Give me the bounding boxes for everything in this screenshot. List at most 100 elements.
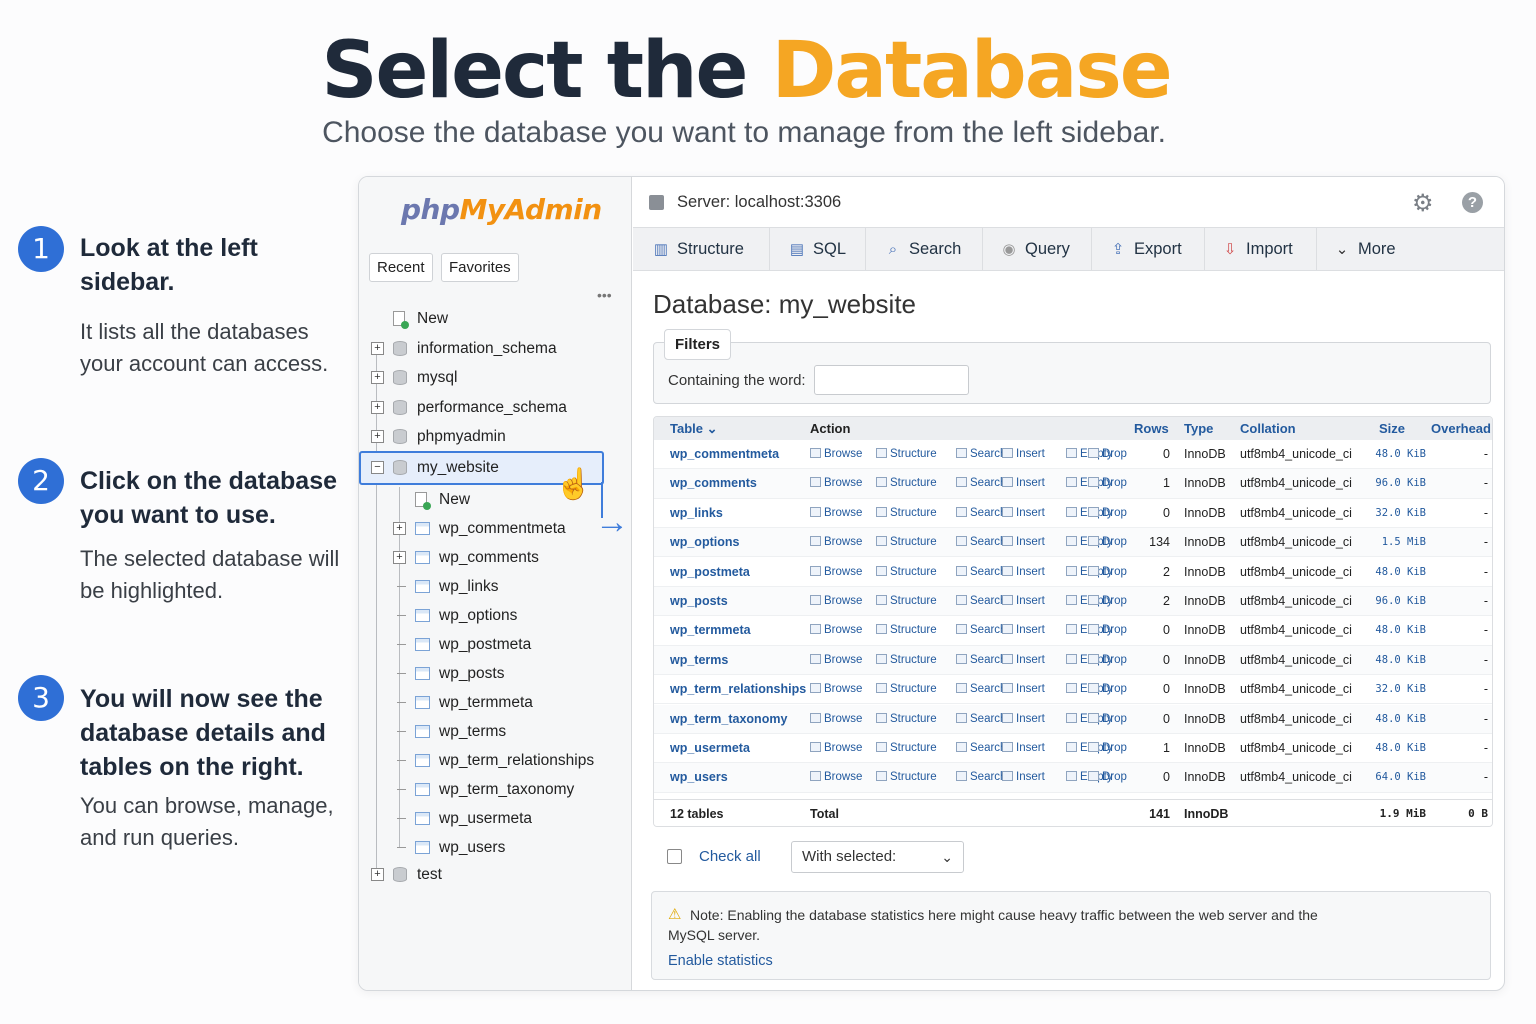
table-size[interactable]: 32.0 KiB: [1354, 683, 1426, 695]
browse-action[interactable]: Browse: [810, 771, 862, 783]
expand-icon[interactable]: +: [393, 551, 406, 564]
tab-import[interactable]: ⇩ Import: [1220, 228, 1293, 270]
table-size[interactable]: 48.0 KiB: [1354, 448, 1426, 460]
search-action[interactable]: Search: [956, 771, 1006, 783]
browse-action[interactable]: Browse: [810, 624, 862, 636]
tab-export[interactable]: ⇪ Export: [1108, 228, 1182, 270]
search-action[interactable]: Search: [956, 653, 1006, 666]
table-name-link[interactable]: wp_termmeta: [670, 623, 751, 637]
structure-action[interactable]: Structure: [876, 624, 937, 636]
insert-action[interactable]: Insert: [1002, 448, 1045, 460]
table-name-link[interactable]: wp_term_taxonomy: [670, 712, 787, 726]
search-action[interactable]: Search: [956, 448, 1006, 460]
drop-action[interactable]: Drop: [1088, 653, 1127, 666]
drop-action[interactable]: Drop: [1088, 742, 1127, 754]
browse-action[interactable]: Browse: [810, 653, 862, 666]
tab-query[interactable]: ◉ Query: [999, 228, 1069, 270]
th-overhead[interactable]: Overhead: [1431, 421, 1491, 436]
search-action[interactable]: Search: [956, 742, 1006, 754]
table-name-link[interactable]: wp_links: [670, 506, 723, 520]
tab-sql[interactable]: ▤ SQL: [787, 228, 846, 270]
table-name-link[interactable]: wp_comments: [670, 476, 757, 490]
table-name-link[interactable]: wp_users: [670, 770, 728, 784]
insert-action[interactable]: Insert: [1002, 565, 1045, 578]
with-selected-dropdown[interactable]: With selected: ⌄: [791, 841, 964, 873]
structure-action[interactable]: Structure: [876, 595, 937, 607]
tab-search[interactable]: ⌕ Search: [883, 228, 961, 270]
structure-action[interactable]: Structure: [876, 506, 937, 519]
gear-icon[interactable]: ⚙: [1412, 189, 1434, 218]
insert-action[interactable]: Insert: [1002, 506, 1045, 519]
structure-action[interactable]: Structure: [876, 536, 937, 548]
insert-action[interactable]: Insert: [1002, 653, 1045, 666]
drop-action[interactable]: Drop: [1088, 624, 1127, 636]
search-action[interactable]: Search: [956, 624, 1006, 636]
table-size[interactable]: 96.0 KiB: [1354, 477, 1426, 489]
browse-action[interactable]: Browse: [810, 712, 862, 725]
browse-action[interactable]: Browse: [810, 595, 862, 607]
table-size[interactable]: 1.5 MiB: [1354, 536, 1426, 548]
browse-action[interactable]: Browse: [810, 742, 862, 754]
th-collation[interactable]: Collation: [1240, 421, 1296, 436]
collapse-icon[interactable]: −: [371, 461, 384, 474]
browse-action[interactable]: Browse: [810, 477, 862, 489]
drop-action[interactable]: Drop: [1088, 595, 1127, 607]
table-size[interactable]: 48.0 KiB: [1354, 713, 1426, 725]
structure-action[interactable]: Structure: [876, 771, 937, 783]
browse-action[interactable]: Browse: [810, 506, 862, 519]
drop-action[interactable]: Drop: [1088, 448, 1127, 460]
search-action[interactable]: Search: [956, 595, 1006, 607]
filter-input[interactable]: [814, 365, 969, 395]
table-size[interactable]: 48.0 KiB: [1354, 654, 1426, 666]
table-size[interactable]: 48.0 KiB: [1354, 742, 1426, 754]
insert-action[interactable]: Insert: [1002, 742, 1045, 754]
search-action[interactable]: Search: [956, 683, 1006, 695]
expand-icon[interactable]: +: [393, 522, 406, 535]
drop-action[interactable]: Drop: [1088, 565, 1127, 578]
structure-action[interactable]: Structure: [876, 683, 937, 695]
table-name-link[interactable]: wp_postmeta: [670, 565, 750, 579]
drop-action[interactable]: Drop: [1088, 683, 1127, 695]
th-rows[interactable]: Rows: [1134, 421, 1169, 436]
th-size[interactable]: Size: [1379, 421, 1405, 436]
insert-action[interactable]: Insert: [1002, 712, 1045, 725]
expand-icon[interactable]: +: [371, 868, 384, 881]
table-name-link[interactable]: wp_posts: [670, 594, 728, 608]
drop-action[interactable]: Drop: [1088, 506, 1127, 519]
structure-action[interactable]: Structure: [876, 477, 937, 489]
table-size[interactable]: 64.0 KiB: [1354, 771, 1426, 783]
structure-action[interactable]: Structure: [876, 742, 937, 754]
th-table[interactable]: Table ⌄: [670, 421, 718, 437]
search-action[interactable]: Search: [956, 536, 1006, 548]
insert-action[interactable]: Insert: [1002, 683, 1045, 695]
tab-more[interactable]: ⌄ More: [1332, 228, 1396, 270]
table-size[interactable]: 48.0 KiB: [1354, 624, 1426, 636]
help-icon[interactable]: ?: [1462, 192, 1483, 213]
structure-action[interactable]: Structure: [876, 565, 937, 578]
search-action[interactable]: Search: [956, 712, 1006, 725]
table-size[interactable]: 32.0 KiB: [1354, 507, 1426, 519]
insert-action[interactable]: Insert: [1002, 477, 1045, 489]
insert-action[interactable]: Insert: [1002, 595, 1045, 607]
structure-action[interactable]: Structure: [876, 653, 937, 666]
table-name-link[interactable]: wp_terms: [670, 653, 728, 667]
table-name-link[interactable]: wp_options: [670, 535, 739, 549]
browse-action[interactable]: Browse: [810, 448, 862, 460]
table-size[interactable]: 48.0 KiB: [1354, 566, 1426, 578]
drop-action[interactable]: Drop: [1088, 771, 1127, 783]
search-action[interactable]: Search: [956, 506, 1006, 519]
drop-action[interactable]: Drop: [1088, 477, 1127, 489]
favorites-button[interactable]: Favorites: [441, 253, 519, 282]
drop-action[interactable]: Drop: [1088, 536, 1127, 548]
collapse-all-icon[interactable]: •••: [597, 287, 612, 303]
enable-statistics-link[interactable]: Enable statistics: [668, 953, 773, 969]
table-name-link[interactable]: wp_usermeta: [670, 741, 750, 755]
check-all-label[interactable]: Check all: [699, 848, 761, 865]
server-breadcrumb[interactable]: Server: localhost:3306: [677, 193, 841, 212]
structure-action[interactable]: Structure: [876, 448, 937, 460]
insert-action[interactable]: Insert: [1002, 536, 1045, 548]
browse-action[interactable]: Browse: [810, 683, 862, 695]
tab-structure[interactable]: ▥ Structure: [651, 228, 744, 270]
search-action[interactable]: Search: [956, 565, 1006, 578]
recent-button[interactable]: Recent: [369, 253, 433, 282]
